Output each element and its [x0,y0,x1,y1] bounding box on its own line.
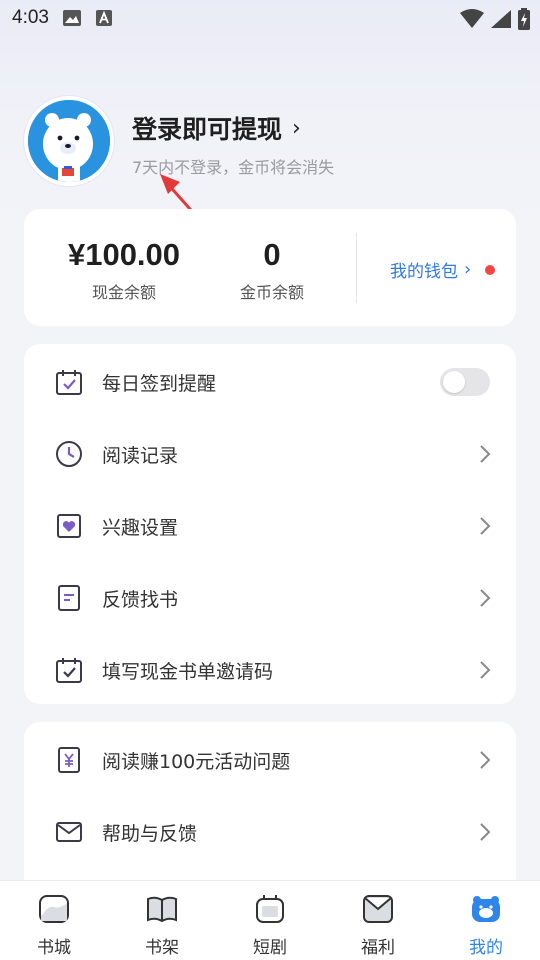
battery-icon [518,8,530,34]
tab-label: 书架 [145,938,179,958]
coin-balance-value: 0 [263,237,281,272]
status-time: 4:03 [12,7,49,28]
checkin-reminder-toggle[interactable] [440,368,490,396]
chevron-right-icon [480,517,491,535]
font-notification-icon [95,9,113,27]
chevron-right-icon [480,589,491,607]
tab-short-drama[interactable]: 短剧 [216,881,324,960]
menu-item-invite-code[interactable]: 填写现金书单邀请码 [24,634,516,706]
chevron-right-icon [480,661,491,679]
cash-balance-value: ¥100.00 [67,237,181,272]
bear-avatar-icon [28,100,110,182]
gift-mail-icon [363,895,393,923]
calendar-check-icon [54,367,84,397]
chevron-right-icon [480,751,491,769]
document-icon [54,583,84,613]
menu-item-feedback-find-book[interactable]: 反馈找书 [24,562,516,634]
my-wallet-link[interactable]: 我的钱包 › [390,257,496,282]
chevron-right-icon [480,823,491,841]
mail-icon [54,817,84,847]
menu-item-label: 帮助与反馈 [102,822,198,845]
short-drama-icon [256,895,284,923]
menu-item-activity-faq[interactable]: 阅读赚100元活动问题 [24,724,516,796]
my-wallet-label: 我的钱包 [390,262,458,282]
calendar-check-icon [54,655,84,685]
menu-item-checkin-reminder[interactable]: 每日签到提醒 [24,346,516,418]
menu-item-interest-settings[interactable]: 兴趣设置 [24,490,516,562]
bookstore-icon [39,895,69,923]
tab-label: 我的 [469,938,503,958]
coin-balance[interactable]: 0 金币余额 [224,237,320,303]
bottom-tab-bar: 书城 书架 短剧 福利 我的 [0,880,540,960]
bear-face-icon [472,896,500,922]
login-prompt[interactable]: 登录即可提现 › [132,110,301,146]
cash-balance[interactable]: ¥100.00 现金余额 [44,237,204,303]
tab-label: 福利 [361,938,395,958]
login-subtitle: 7天内不登录，金币将会消失 [132,158,335,177]
image-notification-icon [62,9,81,27]
menu-card-primary: 每日签到提醒 阅读记录 兴趣设置 反馈找书 填写现金书单邀请码 [24,344,516,704]
status-bar: 4:03 [0,0,540,36]
yen-icon [54,745,84,775]
menu-item-label: 阅读赚100元活动问题 [102,750,291,773]
menu-item-label: 兴趣设置 [102,516,179,539]
tab-welfare[interactable]: 福利 [324,881,432,960]
menu-item-label: 每日签到提醒 [102,372,217,395]
notification-dot [485,264,496,275]
chevron-right-icon [480,445,491,463]
toggle-knob [443,371,465,393]
menu-item-label: 填写现金书单邀请码 [102,660,274,683]
wallet-card: ¥100.00 现金余额 0 金币余额 我的钱包 › [24,209,516,326]
clock-icon [54,439,84,469]
wifi-icon [460,9,484,33]
menu-item-label: 阅读记录 [102,444,179,467]
profile-header[interactable]: 登录即可提现 › 7天内不登录，金币将会消失 [24,96,514,188]
tab-mine[interactable]: 我的 [432,881,540,960]
tab-label: 短剧 [253,938,287,958]
menu-item-label: 反馈找书 [102,588,179,611]
signal-icon [490,9,512,33]
wallet-divider [356,233,357,303]
menu-item-reading-history[interactable]: 阅读记录 [24,418,516,490]
chevron-right-icon: › [292,115,301,141]
login-title: 登录即可提现 [132,115,283,144]
book-open-icon [147,896,177,923]
chevron-right-icon: › [464,259,472,280]
heart-frame-icon [54,511,84,541]
tab-bookshelf[interactable]: 书架 [108,881,216,960]
cash-balance-label: 现金余额 [91,283,156,302]
tab-bookstore[interactable]: 书城 [0,881,108,960]
menu-item-help-feedback[interactable]: 帮助与反馈 [24,796,516,868]
tab-label: 书城 [37,938,71,958]
avatar[interactable] [24,96,114,186]
coin-balance-label: 金币余额 [239,283,304,302]
